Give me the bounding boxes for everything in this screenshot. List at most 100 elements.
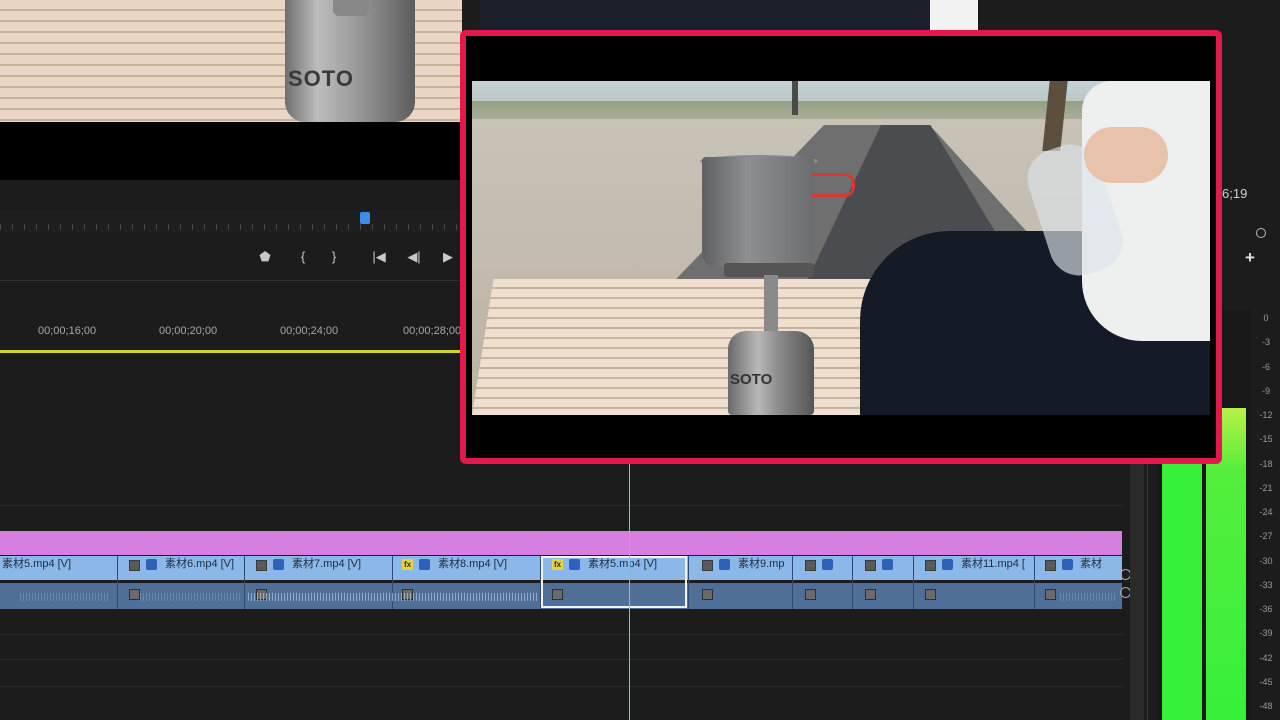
clip-link-icon [942,559,953,570]
clip-label[interactable]: 素材8.mp4 [V] [438,557,538,577]
clip-edge[interactable] [117,556,118,609]
meter-scale-label: -18 [1259,458,1273,469]
adjustment-layer-track[interactable] [0,531,1122,555]
meter-scale-label: -42 [1259,652,1273,663]
settings-circle-icon[interactable] [1256,228,1266,238]
meter-scale-label: -33 [1259,579,1273,590]
audio-waveform [1060,593,1115,601]
mark-in-button[interactable]: { [292,246,314,268]
audio-clip-icon [925,589,936,600]
ruler-label-24: 00;00;24;00 [280,325,339,337]
meter-scale-label: -15 [1259,434,1273,445]
audio-waveform [248,593,538,601]
meter-scale-label: -3 [1261,337,1270,348]
timeline-scrollbar[interactable] [1130,460,1144,720]
mark-in-icon: { [300,249,306,264]
ruler-label-16: 00;00;16;00 [38,325,97,337]
clip-edge[interactable] [913,556,914,609]
program-timecode: 6;19 [1222,186,1248,201]
clip-edge[interactable] [1034,556,1035,609]
meter-scale-label: -30 [1259,555,1273,566]
clip-link-icon [146,559,157,570]
clip-link-icon [719,559,730,570]
go-to-in-icon: |◀ [372,249,386,264]
go-to-in-button[interactable]: |◀ [368,246,390,268]
clip-thumbnail-icon [805,560,816,571]
program-mini-ruler[interactable] [0,210,462,232]
cooking-pot-image [702,157,814,267]
clip-link-icon [419,559,430,570]
audio-clip-icon [702,589,713,600]
clip-label[interactable]: 素材6.mp4 [V] [165,557,243,577]
pole-image [792,81,798,115]
clip-thumbnail-icon [865,560,876,571]
fx-badge-icon: fx [402,559,413,570]
step-back-button[interactable]: ◀| [403,246,425,268]
clip-edge[interactable] [792,556,793,609]
clip-link-icon [273,559,284,570]
clip-label[interactable]: 素材7.mp4 [V] [292,557,390,577]
mark-out-button[interactable]: } [323,246,345,268]
add-button[interactable]: + [1242,249,1258,266]
background-video-strip [480,0,978,32]
clip-link-icon [882,559,893,570]
meter-scale-label: -24 [1259,507,1273,517]
audio-clip-icon [865,589,876,600]
clip-link-icon [822,559,833,570]
canister-logo: SOTO [730,371,773,388]
meter-scale-label: -36 [1259,604,1273,614]
step-back-icon: ◀| [407,249,421,264]
clip-edge[interactable] [852,556,853,609]
ruler-label-28: 00;00;28;00 [403,325,462,337]
meter-scale-label: -45 [1259,676,1273,687]
ruler-label-20: 00;00;20;00 [159,325,218,337]
work-area-bar[interactable] [0,350,462,353]
clip-label[interactable]: 素材5.mp4 [V] [2,557,114,577]
clip-thumbnail-icon [256,560,267,571]
meter-scale-label: -6 [1261,361,1270,372]
meter-scale-label: 0 [1263,313,1269,323]
meter-scale-label: -12 [1259,410,1273,420]
audio-clip-icon [129,589,140,600]
clip-edge[interactable] [244,556,245,609]
panel-divider [1147,460,1148,720]
timeline-playhead[interactable] [629,463,630,720]
audio-meter-left-channel [1162,462,1202,720]
program-playhead-marker[interactable] [360,212,370,224]
clip-label[interactable]: 素材11.mp4 [ [961,557,1033,577]
audio-waveform [20,593,110,601]
clip-label[interactable]: 素材 [1080,557,1120,577]
clip-thumbnail-icon [1045,560,1056,571]
track-separator [0,659,1122,660]
source-preview-frame: SOTO [460,30,1222,464]
person-hand-image [1084,127,1168,183]
clip-thumbnail-icon [702,560,713,571]
play-icon: ▶ [443,249,453,264]
clip-edge[interactable] [392,556,393,609]
letterbox-bar [0,122,462,180]
pot-handle-image [812,173,855,197]
mark-out-icon: } [331,249,337,264]
clip-link-icon [1062,559,1073,570]
clip-edge[interactable] [688,556,689,609]
meter-scale-label: -21 [1259,482,1273,493]
source-preview-video: SOTO [472,81,1210,415]
meter-scale-label: -48 [1259,701,1273,711]
track-separator [0,505,1122,506]
clip-thumbnail-icon [129,560,140,571]
marker-icon: ⬟ [259,249,271,264]
canister-valve [333,0,369,16]
timeline-divider [0,280,462,281]
audio-clip-icon [1045,589,1056,600]
gas-canister-image [285,0,415,122]
stove-stem-image [764,275,778,335]
canister-logo: SOTO [288,66,354,91]
audio-waveform [140,593,240,601]
add-marker-button[interactable]: ⬟ [254,246,276,268]
meter-scale-label: -9 [1261,385,1270,396]
play-button[interactable]: ▶ [437,246,459,268]
clip-label[interactable]: 素材9.mp [738,557,790,577]
selected-clip-outline[interactable] [541,556,687,608]
track-separator [0,634,1122,635]
meter-scale-label: -27 [1259,531,1273,542]
